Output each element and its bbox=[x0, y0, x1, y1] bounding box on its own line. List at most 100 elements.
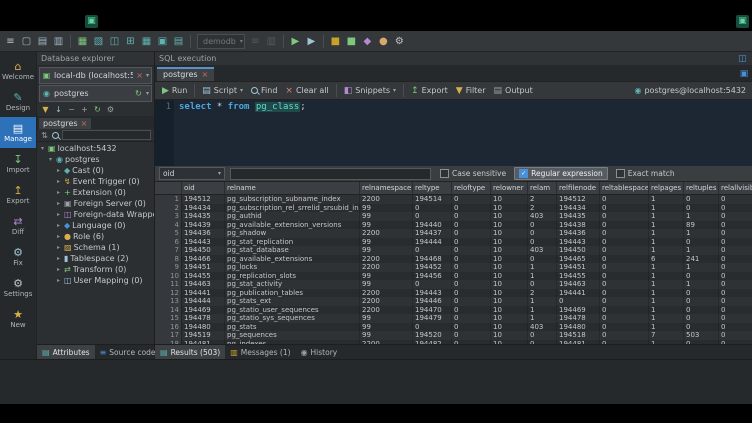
table-row[interactable]: 11194463pg_stat_activity9900100194463011… bbox=[155, 280, 752, 289]
column-header-reltablespace[interactable]: reltablespace bbox=[600, 182, 649, 194]
tree-expander-icon[interactable]: ▸ bbox=[55, 244, 62, 251]
close-icon[interactable]: × bbox=[202, 71, 209, 79]
sidebar-item-welcome[interactable]: ⌂Welcome bbox=[0, 55, 36, 86]
tree-item[interactable]: ▸◆Cast (0) bbox=[37, 165, 154, 176]
tree-item[interactable]: ▸◫User Mapping (0) bbox=[37, 275, 154, 286]
tree-item[interactable]: ▸↯Event Trigger (0) bbox=[37, 176, 154, 187]
reports-icon[interactable]: ▤ bbox=[171, 34, 186, 49]
export-box-icon[interactable]: ■ bbox=[328, 34, 343, 49]
sort-icon[interactable]: ↓ bbox=[54, 105, 63, 114]
column-header-relpages[interactable]: relpages bbox=[649, 182, 684, 194]
sidebar-item-export[interactable]: ↥Export bbox=[0, 179, 36, 210]
tray-icon[interactable]: ▣ bbox=[736, 15, 749, 28]
filter-option-regular-expression[interactable]: ✓Regular expression bbox=[514, 167, 608, 180]
column-header-relam[interactable]: relam bbox=[528, 182, 557, 194]
column-header-relname[interactable]: relname bbox=[225, 182, 360, 194]
sidebar-item-design[interactable]: ✎Design bbox=[0, 86, 36, 117]
expand-all-icon[interactable]: + bbox=[80, 105, 89, 114]
tree-item[interactable]: ▸◫Foreign-data Wrapper (0) bbox=[37, 209, 154, 220]
table-row[interactable]: 15194478pg_statio_sys_sequences991944790… bbox=[155, 314, 752, 323]
save-icon[interactable]: ▥ bbox=[51, 34, 66, 49]
column-header-oid[interactable]: oid bbox=[182, 182, 225, 194]
table-row[interactable]: 6194443pg_stat_replication99194444010019… bbox=[155, 238, 752, 247]
app-launcher-icon[interactable]: ▣ bbox=[85, 15, 98, 28]
run-script-icon[interactable]: ▶ bbox=[304, 34, 319, 49]
tree-expander-icon[interactable]: ▸ bbox=[55, 211, 62, 218]
checkbox-icon[interactable] bbox=[440, 169, 449, 178]
tree-expander-icon[interactable]: ▸ bbox=[55, 167, 62, 174]
table-row[interactable]: 14194469pg_statio_user_sequences22001944… bbox=[155, 306, 752, 315]
column-header-reltuples[interactable]: reltuples bbox=[684, 182, 719, 194]
table-row[interactable]: 7194450pg_stat_database99001040319445001… bbox=[155, 246, 752, 255]
run-icon[interactable]: ▶ bbox=[288, 34, 303, 49]
tab-source-code[interactable]: ≡Source code bbox=[95, 345, 161, 359]
options-icon[interactable]: ⚙ bbox=[106, 105, 115, 114]
column-header-relfilenode[interactable]: relfilenode bbox=[557, 182, 600, 194]
schema-editor-icon[interactable]: ▧ bbox=[91, 34, 106, 49]
table-row[interactable]: 1194512pg_subscription_subname_index2200… bbox=[155, 195, 752, 204]
tree-item[interactable]: ▾▣localhost:5432 bbox=[37, 143, 154, 154]
tree-item[interactable]: ▸▮Tablespace (2) bbox=[37, 253, 154, 264]
table-row[interactable]: 4194439pg_available_extension_versions99… bbox=[155, 221, 752, 230]
filter-option-case-sensitive[interactable]: Case sensitive bbox=[436, 168, 510, 179]
table-row[interactable]: 16194480pg_stats99001040319448001000f bbox=[155, 323, 752, 332]
table-row[interactable]: 2194434pg_subscription_rel_srrelid_srsub… bbox=[155, 204, 752, 213]
column-header-relnamespace[interactable]: relnamespace bbox=[360, 182, 413, 194]
snippets-box-icon[interactable]: ◆ bbox=[360, 34, 375, 49]
connection-select[interactable]: ▣ local-db (localhost:5432 × ▾ bbox=[39, 67, 152, 84]
tab-list-icon[interactable]: ▣ bbox=[738, 66, 750, 81]
explorer-search-input[interactable] bbox=[62, 130, 151, 140]
import-box-icon[interactable]: ■ bbox=[344, 34, 359, 49]
sort-toggle-icon[interactable]: ⇅ bbox=[40, 128, 49, 143]
tree-expander-icon[interactable]: ▸ bbox=[55, 255, 62, 262]
refresh-icon[interactable]: ↻ bbox=[93, 105, 102, 114]
sidebar-item-diff[interactable]: ⇄Diff bbox=[0, 210, 36, 241]
tree-item[interactable]: ▸◆Language (0) bbox=[37, 220, 154, 231]
sidebar-item-manage[interactable]: ▤Manage bbox=[0, 117, 36, 148]
tree-expander-icon[interactable]: ▸ bbox=[55, 178, 62, 185]
export-button[interactable]: ↥Export bbox=[407, 85, 452, 97]
tab-results-503[interactable]: ▤Results (503) bbox=[155, 345, 225, 359]
tab-history[interactable]: ◉History bbox=[296, 345, 343, 359]
table-row[interactable]: 10194455pg_replication_slots991944560101… bbox=[155, 272, 752, 281]
tab-messages-1[interactable]: ▥Messages (1) bbox=[225, 345, 295, 359]
script-button[interactable]: ▤Script▾ bbox=[198, 85, 247, 97]
servers-icon[interactable]: ▦ bbox=[75, 34, 90, 49]
checkbox-icon[interactable] bbox=[616, 169, 625, 178]
sidebar-item-new[interactable]: ★New bbox=[0, 303, 36, 334]
table-row[interactable]: 5194436pg_shadow220019443701001944360110… bbox=[155, 229, 752, 238]
settings-icon[interactable]: ⚙ bbox=[392, 34, 407, 49]
tree-item[interactable]: ▾◉postgres bbox=[37, 154, 154, 165]
collapse-all-icon[interactable]: − bbox=[67, 105, 76, 114]
table-row[interactable]: 8194466pg_available_extensions2200194468… bbox=[155, 255, 752, 264]
table-row[interactable]: 13194444pg_stats_ext22001944460101001000… bbox=[155, 297, 752, 306]
find-button[interactable]: Find bbox=[247, 85, 281, 96]
checkbox-icon[interactable]: ✓ bbox=[519, 169, 528, 178]
filter-button[interactable]: ▼Filter bbox=[452, 85, 490, 97]
user-icon[interactable]: ● bbox=[376, 34, 391, 49]
panel-layout-icon[interactable]: ◫ bbox=[737, 51, 748, 66]
tree-item[interactable]: ▸+Extension (0) bbox=[37, 187, 154, 198]
tree-item[interactable]: ▸▣Foreign Server (0) bbox=[37, 198, 154, 209]
table-icon[interactable]: ⊞ bbox=[123, 34, 138, 49]
sql-editor[interactable]: 1 select * from pg_class; bbox=[155, 100, 752, 166]
table-row[interactable]: 3194435pg_authid99001040319443501100f bbox=[155, 212, 752, 221]
tree-item[interactable]: ▸⇄Transform (0) bbox=[37, 264, 154, 275]
column-header-reloftype[interactable]: reloftype bbox=[452, 182, 491, 194]
new-window-icon[interactable]: ▢ bbox=[19, 34, 34, 49]
column-header-reltype[interactable]: reltype bbox=[413, 182, 452, 194]
table-row[interactable]: 9194451pg_locks2200194452010119445101100… bbox=[155, 263, 752, 272]
tree-expander-icon[interactable]: ▸ bbox=[55, 233, 62, 240]
tree-expander-icon[interactable]: ▸ bbox=[55, 189, 62, 196]
sidebar-item-settings[interactable]: ⚙Settings bbox=[0, 272, 36, 303]
sidebar-item-fix[interactable]: ⚙Fix bbox=[0, 241, 36, 272]
tree-item[interactable]: ▸▨Schema (1) bbox=[37, 242, 154, 253]
filter-column-select[interactable]: oid ▾ bbox=[159, 167, 225, 180]
grid-view-icon[interactable]: ▦ bbox=[139, 34, 154, 49]
close-icon[interactable]: × bbox=[81, 120, 88, 128]
tree-expander-icon[interactable]: ▸ bbox=[55, 200, 62, 207]
filter-option-exact-match[interactable]: Exact match bbox=[612, 168, 679, 179]
run-button[interactable]: ▶Run bbox=[158, 85, 191, 97]
tree-expander-icon[interactable]: ▸ bbox=[55, 277, 62, 284]
output-button[interactable]: ▤Output bbox=[490, 85, 537, 97]
